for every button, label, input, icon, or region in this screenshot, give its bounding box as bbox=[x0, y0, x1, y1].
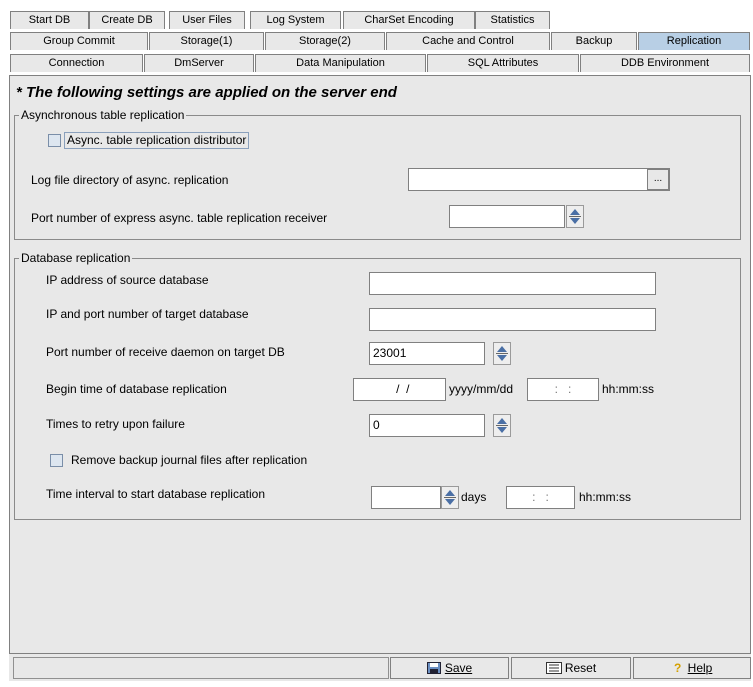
interval-time-input[interactable]: : : bbox=[506, 486, 575, 509]
async-distributor-checkbox[interactable] bbox=[48, 134, 61, 147]
tab-connection[interactable]: Connection bbox=[10, 54, 143, 72]
async-group-legend: Asynchronous table replication bbox=[19, 108, 187, 122]
async-port-input[interactable] bbox=[449, 205, 565, 228]
server-notice: * The following settings are applied on … bbox=[16, 84, 397, 101]
tab-user-files[interactable]: User Files bbox=[169, 11, 245, 29]
tab-backup[interactable]: Backup bbox=[551, 32, 637, 50]
days-label: days bbox=[461, 490, 487, 504]
async-port-label: Port number of express async. table repl… bbox=[31, 211, 328, 225]
save-button[interactable]: Save bbox=[390, 657, 509, 679]
target-label: IP and port number of target database bbox=[46, 307, 249, 321]
logdir-label: Log file directory of async. replication bbox=[31, 173, 229, 187]
remove-journal-checkbox[interactable] bbox=[50, 454, 63, 467]
target-input[interactable] bbox=[369, 308, 656, 331]
interval-days-input[interactable] bbox=[371, 486, 441, 509]
begin-date-input[interactable]: / / bbox=[353, 378, 446, 401]
tab-storage-2[interactable]: Storage(2) bbox=[265, 32, 385, 50]
tab-cache-control[interactable]: Cache and Control bbox=[386, 32, 550, 50]
daemon-port-label: Port number of receive daemon on target … bbox=[46, 345, 285, 359]
time-format-label: hh:mm:ss bbox=[602, 382, 655, 396]
async-port-spinner[interactable] bbox=[566, 205, 584, 228]
interval-days-spinner[interactable] bbox=[441, 486, 459, 509]
tab-sql-attributes[interactable]: SQL Attributes bbox=[427, 54, 579, 72]
save-icon bbox=[426, 660, 441, 674]
tab-statistics[interactable]: Statistics bbox=[475, 11, 550, 29]
retry-label: Times to retry upon failure bbox=[46, 417, 185, 431]
tab-dmserver[interactable]: DmServer bbox=[144, 54, 254, 72]
tab-log-system[interactable]: Log System bbox=[250, 11, 341, 29]
begin-time-input[interactable]: : : bbox=[527, 378, 599, 401]
reset-button[interactable]: Reset bbox=[511, 657, 631, 679]
tab-start-db[interactable]: Start DB bbox=[10, 11, 89, 29]
db-group-legend: Database replication bbox=[19, 251, 133, 265]
tab-data-manipulation[interactable]: Data Manipulation bbox=[255, 54, 426, 72]
tab-ddb-environment[interactable]: DDB Environment bbox=[580, 54, 750, 72]
interval-time-format-label: hh:mm:ss bbox=[579, 490, 632, 504]
source-ip-input[interactable] bbox=[369, 272, 656, 295]
daemon-port-input[interactable]: 23001 bbox=[369, 342, 485, 365]
logdir-input[interactable] bbox=[408, 168, 670, 191]
tab-create-db[interactable]: Create DB bbox=[89, 11, 165, 29]
tab-group-commit[interactable]: Group Commit bbox=[10, 32, 148, 50]
date-format-label: yyyy/mm/dd bbox=[449, 382, 514, 396]
remove-journal-label: Remove backup journal files after replic… bbox=[71, 453, 308, 467]
retry-spinner[interactable] bbox=[493, 414, 511, 437]
source-ip-label: IP address of source database bbox=[46, 273, 209, 287]
save-label: Save bbox=[444, 661, 473, 675]
retry-input[interactable]: 0 bbox=[369, 414, 485, 437]
tab-storage-1[interactable]: Storage(1) bbox=[149, 32, 264, 50]
begin-time-label: Begin time of database replication bbox=[46, 382, 227, 396]
tab-charset-encoding[interactable]: CharSet Encoding bbox=[343, 11, 475, 29]
reset-icon bbox=[545, 660, 562, 674]
daemon-port-spinner[interactable] bbox=[493, 342, 511, 365]
reset-label: Reset bbox=[564, 661, 597, 675]
help-label: Help bbox=[687, 661, 713, 675]
browse-button[interactable]: ... bbox=[647, 169, 669, 190]
status-field bbox=[13, 657, 389, 679]
interval-label: Time interval to start database replicat… bbox=[46, 487, 265, 501]
help-button[interactable]: ? Help bbox=[633, 657, 751, 679]
async-distributor-label: Async. table replication distributor bbox=[64, 132, 250, 149]
tab-replication[interactable]: Replication bbox=[638, 32, 750, 50]
help-icon: ? bbox=[673, 661, 682, 675]
